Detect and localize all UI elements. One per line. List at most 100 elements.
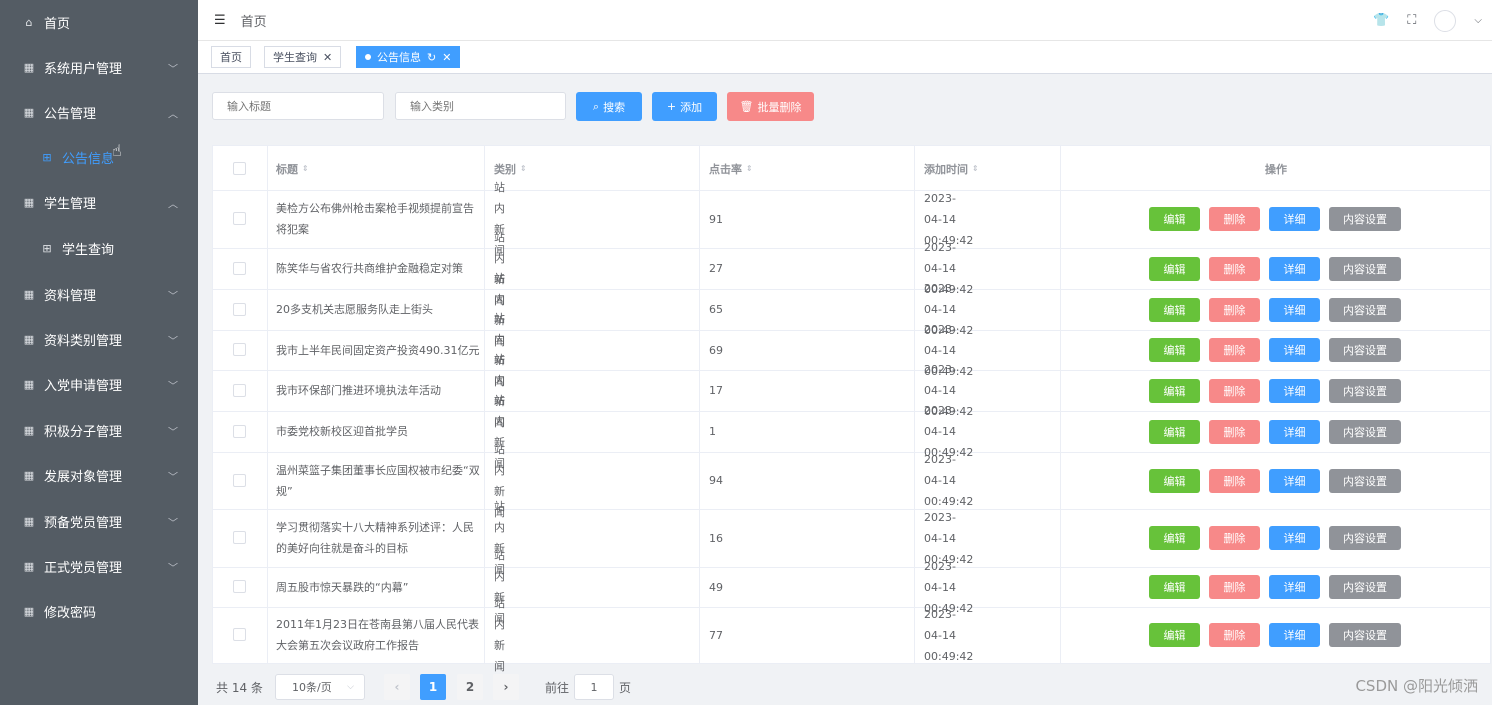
content-settings-button[interactable]: 内容设置 xyxy=(1329,256,1401,281)
sidebar-item-6[interactable]: ▦ 资料管理 ﹀ xyxy=(0,272,198,317)
detail-button[interactable]: 详细 xyxy=(1269,256,1320,281)
sidebar-item-11[interactable]: ▦ 预备党员管理 ﹀ xyxy=(0,499,198,544)
breadcrumb[interactable]: 首页 xyxy=(241,11,267,30)
sort-icon[interactable]: ⇕ xyxy=(972,165,979,173)
batch-delete-button-label: 批量删除 xyxy=(757,100,802,114)
sidebar-item-label: 学生管理 xyxy=(44,197,97,212)
fullscreen-icon[interactable]: ⛶ xyxy=(1407,13,1416,28)
content-settings-button[interactable]: 内容设置 xyxy=(1329,378,1401,403)
delete-button[interactable]: 删除 xyxy=(1209,297,1260,322)
column-header-clicks[interactable]: 点击率 ⇕ xyxy=(709,161,753,177)
select-all-checkbox[interactable] xyxy=(233,162,246,175)
row-checkbox[interactable] xyxy=(233,473,246,487)
delete-button[interactable]: 删除 xyxy=(1209,338,1260,362)
batch-delete-button[interactable]: 🗑 批量删除 xyxy=(727,92,814,121)
delete-button[interactable]: 删除 xyxy=(1209,526,1260,550)
content-settings-button[interactable]: 内容设置 xyxy=(1329,623,1401,647)
tag-student-query[interactable]: 学生查询 ✕ xyxy=(264,46,342,68)
row-checkbox[interactable] xyxy=(233,531,246,544)
content-settings-button[interactable]: 内容设置 xyxy=(1329,468,1401,493)
delete-button[interactable]: 删除 xyxy=(1209,468,1260,493)
chevron-down-icon[interactable]: ⌵ xyxy=(1474,15,1482,26)
sidebar-item-10[interactable]: ▦ 发展对象管理 ﹀ xyxy=(0,453,198,498)
content-settings-button[interactable]: 内容设置 xyxy=(1329,419,1401,444)
sidebar-item-8[interactable]: ▦ 入党申请管理 ﹀ xyxy=(0,362,198,407)
detail-button[interactable]: 详细 xyxy=(1269,378,1320,403)
page-size-select[interactable]: 10条/页 ⌵ xyxy=(275,674,365,700)
hamburger-icon[interactable]: ☰ xyxy=(214,13,226,28)
tag-notice-info[interactable]: 公告信息 ↻ ✕ xyxy=(356,46,461,68)
sort-icon[interactable]: ⇕ xyxy=(520,165,527,173)
detail-button[interactable]: 详细 xyxy=(1269,207,1320,231)
sidebar-item-0[interactable]: ⌂ 首页 xyxy=(0,0,198,45)
sidebar-item-7[interactable]: ▦ 资料类别管理 ﹀ xyxy=(0,317,198,362)
next-page-button[interactable]: › xyxy=(493,674,519,700)
row-checkbox[interactable] xyxy=(233,343,246,356)
close-icon[interactable]: ✕ xyxy=(442,51,451,64)
close-icon[interactable]: ✕ xyxy=(323,51,332,64)
edit-button[interactable]: 编辑 xyxy=(1149,378,1200,403)
edit-button[interactable]: 编辑 xyxy=(1149,468,1200,493)
detail-button[interactable]: 详细 xyxy=(1269,338,1320,362)
delete-button[interactable]: 删除 xyxy=(1209,207,1260,231)
sidebar-item-9[interactable]: ▦ 积极分子管理 ﹀ xyxy=(0,408,198,453)
refresh-icon[interactable]: ↻ xyxy=(427,51,436,64)
sidebar-item-13[interactable]: ▦ 修改密码 xyxy=(0,589,198,634)
delete-button[interactable]: 删除 xyxy=(1209,256,1260,281)
detail-button[interactable]: 详细 xyxy=(1269,575,1320,599)
row-checkbox[interactable] xyxy=(233,261,246,275)
column-header-type[interactable]: 类别 ⇕ xyxy=(494,161,527,177)
page-2-button[interactable]: 2 xyxy=(457,674,483,700)
sidebar-item-4[interactable]: ▦ 学生管理 ︿ xyxy=(0,180,198,225)
content-settings-button[interactable]: 内容设置 xyxy=(1329,207,1401,231)
column-header-time[interactable]: 添加时间 ⇕ xyxy=(924,161,979,177)
sidebar-item-2[interactable]: ▦ 公告管理 ︿ xyxy=(0,90,198,135)
content-settings-button[interactable]: 内容设置 xyxy=(1329,526,1401,550)
delete-button[interactable]: 删除 xyxy=(1209,623,1260,647)
delete-button[interactable]: 删除 xyxy=(1209,378,1260,403)
edit-button[interactable]: 编辑 xyxy=(1149,623,1200,647)
sidebar-item-1[interactable]: ▦ 系统用户管理 ﹀ xyxy=(0,45,198,90)
edit-button[interactable]: 编辑 xyxy=(1149,419,1200,444)
edit-button[interactable]: 编辑 xyxy=(1149,207,1200,231)
delete-button[interactable]: 删除 xyxy=(1209,419,1260,444)
row-checkbox[interactable] xyxy=(233,628,246,641)
content-settings-button[interactable]: 内容设置 xyxy=(1329,338,1401,362)
shirt-icon[interactable]: 👕 xyxy=(1373,13,1389,28)
detail-button[interactable]: 详细 xyxy=(1269,297,1320,322)
avatar[interactable] xyxy=(1434,9,1457,32)
row-checkbox[interactable] xyxy=(233,424,246,438)
content-settings-button[interactable]: 内容设置 xyxy=(1329,297,1401,322)
row-checkbox[interactable] xyxy=(233,302,246,316)
edit-button[interactable]: 编辑 xyxy=(1149,256,1200,281)
detail-button[interactable]: 详细 xyxy=(1269,419,1320,444)
title-search-input[interactable] xyxy=(212,92,384,120)
sort-icon[interactable]: ⇕ xyxy=(746,165,753,173)
type-search-input[interactable] xyxy=(395,92,566,120)
search-button[interactable]: ⌕ 搜索 xyxy=(576,92,642,121)
add-button[interactable]: + 添加 xyxy=(652,92,717,121)
detail-button[interactable]: 详细 xyxy=(1269,526,1320,550)
row-checkbox[interactable] xyxy=(233,383,246,397)
edit-button[interactable]: 编辑 xyxy=(1149,575,1200,599)
edit-button[interactable]: 编辑 xyxy=(1149,338,1200,362)
chevron-down-icon: ﹀ xyxy=(168,381,178,392)
tag-home[interactable]: 首页 xyxy=(211,46,251,68)
row-checkbox[interactable] xyxy=(233,580,246,593)
edit-button[interactable]: 编辑 xyxy=(1149,297,1200,322)
prev-page-button[interactable]: ‹ xyxy=(384,674,410,700)
detail-button[interactable]: 详细 xyxy=(1269,623,1320,647)
page-1-button[interactable]: 1 xyxy=(420,674,446,700)
goto-page-input[interactable] xyxy=(574,674,614,700)
delete-button[interactable]: 删除 xyxy=(1209,575,1260,599)
clicks-cell: 1 xyxy=(709,425,716,438)
content-settings-button[interactable]: 内容设置 xyxy=(1329,575,1401,599)
sort-icon[interactable]: ⇕ xyxy=(302,165,309,173)
edit-button[interactable]: 编辑 xyxy=(1149,526,1200,550)
sidebar-item-12[interactable]: ▦ 正式党员管理 ﹀ xyxy=(0,544,198,589)
sidebar-item-3[interactable]: ⊞ 公告信息 xyxy=(0,135,198,180)
sidebar-item-5[interactable]: ⊞ 学生查询 xyxy=(0,226,198,271)
row-checkbox[interactable] xyxy=(233,212,246,225)
column-header-title[interactable]: 标题 ⇕ xyxy=(276,161,309,177)
detail-button[interactable]: 详细 xyxy=(1269,468,1320,493)
